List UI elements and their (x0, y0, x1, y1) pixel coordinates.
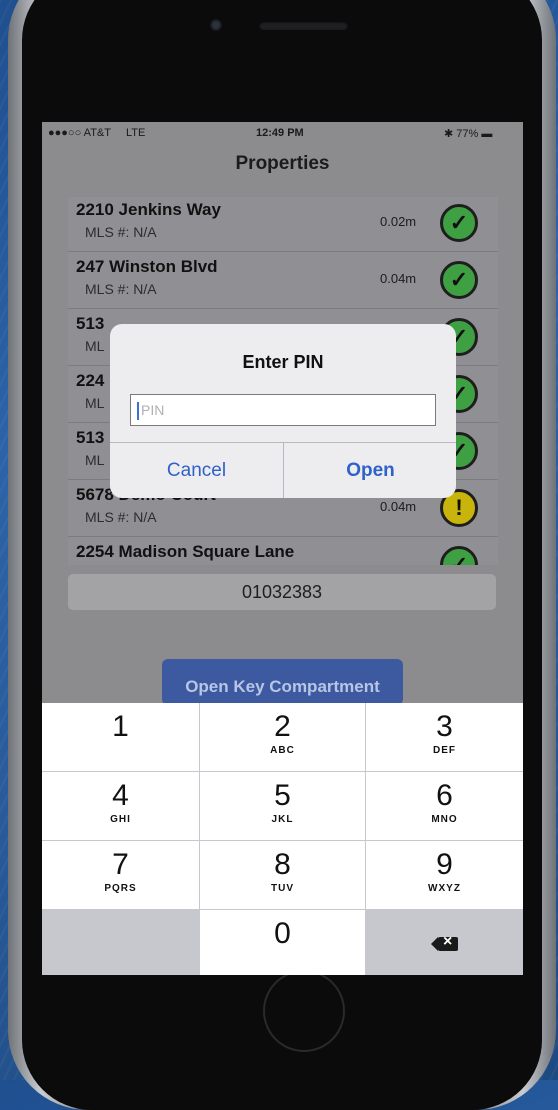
key-digit: 2 (274, 710, 291, 743)
property-mls: MLS #: N/A (85, 281, 157, 297)
key-digit: 6 (436, 779, 453, 812)
status-bar: ●●●○○ AT&T LTE 12:49 PM ✱ 77% ▬ (42, 122, 523, 144)
key-2[interactable]: 2 ABC (200, 703, 365, 771)
key-digit: 4 (112, 779, 129, 812)
pin-placeholder: PIN (141, 402, 165, 418)
property-mls: MLS #: N/A (85, 509, 157, 525)
key-letters: TUV (271, 883, 294, 894)
property-name: 247 Winston Blvd (76, 257, 218, 276)
property-mls: ML (85, 395, 105, 411)
page-title: Properties (235, 153, 330, 174)
carrier-label: ●●●○○ AT&T (48, 127, 111, 139)
property-name: 224 (76, 371, 105, 390)
key-blank (42, 910, 199, 975)
key-digit: 0 (274, 917, 291, 950)
key-digit: 9 (436, 848, 453, 881)
property-name: 513 (76, 314, 105, 333)
property-distance: 0.02m (380, 214, 417, 229)
key-0[interactable]: 0 (200, 910, 365, 975)
pin-input[interactable]: PIN (130, 394, 436, 426)
key-3[interactable]: 3 DEF (366, 703, 523, 771)
key-letters: MNO (431, 814, 458, 825)
property-distance: 0.04m (380, 499, 417, 514)
battery-indicator: ✱ 77% ▬ (444, 128, 493, 140)
property-row[interactable]: 247 Winston Blvd MLS #: N/A 0.04m ✓ (68, 251, 498, 309)
cancel-button[interactable]: Cancel (110, 443, 283, 498)
key-digit: 8 (274, 848, 291, 881)
key-digit: 3 (436, 710, 453, 743)
key-letters: ABC (270, 745, 295, 756)
backspace-icon (431, 933, 458, 951)
key-letters: PQRS (104, 883, 137, 894)
key-7[interactable]: 7 PQRS (42, 841, 199, 909)
key-1[interactable]: 1 (42, 703, 199, 771)
key-5[interactable]: 5 JKL (200, 772, 365, 840)
check-circle-icon: ✓ (440, 546, 478, 565)
key-6[interactable]: 6 MNO (366, 772, 523, 840)
property-mls: ML (85, 338, 105, 354)
lockbox-id: 01032383 (68, 574, 496, 610)
key-letters: WXYZ (428, 883, 461, 894)
key-8[interactable]: 8 TUV (200, 841, 365, 909)
property-name: 513 (76, 428, 105, 447)
key-digit: 7 (112, 848, 129, 881)
numeric-keypad: 1 2 ABC 3 DEF 4 GHI 5 JKL 6 MNO 7 PQRS 8 (42, 703, 523, 975)
open-key-compartment-button[interactable]: Open Key Compartment (162, 659, 403, 705)
check-circle-icon: ✓ (440, 261, 478, 299)
property-name: 2254 Madison Square Lane (76, 542, 295, 561)
property-mls: ML (85, 452, 105, 468)
speaker-grille (259, 21, 348, 30)
home-button[interactable] (263, 970, 345, 1052)
open-button[interactable]: Open (284, 443, 456, 498)
key-4[interactable]: 4 GHI (42, 772, 199, 840)
key-9[interactable]: 9 WXYZ (366, 841, 523, 909)
nav-bar: Properties (42, 144, 523, 184)
property-row[interactable]: 2254 Madison Square Lane ✓ (68, 536, 498, 565)
key-letters: GHI (110, 814, 131, 825)
key-letters: JKL (271, 814, 294, 825)
camera-icon (210, 19, 222, 31)
time-label: 12:49 PM (256, 127, 304, 139)
property-name: 2210 Jenkins Way (76, 200, 221, 219)
check-circle-icon: ✓ (440, 204, 478, 242)
key-letters: DEF (433, 745, 456, 756)
dialog-title: Enter PIN (242, 352, 324, 372)
text-caret (137, 402, 139, 421)
screen: ●●●○○ AT&T LTE 12:49 PM ✱ 77% ▬ Properti… (42, 122, 523, 975)
delete-key[interactable] (366, 910, 523, 975)
property-mls: MLS #: N/A (85, 224, 157, 240)
key-digit: 5 (274, 779, 291, 812)
network-label: LTE (126, 127, 146, 139)
property-row[interactable]: 2210 Jenkins Way MLS #: N/A 0.02m ✓ (68, 197, 498, 252)
pin-dialog: Enter PIN PIN Cancel Open (110, 324, 456, 498)
property-distance: 0.04m (380, 271, 417, 286)
key-digit: 1 (112, 710, 129, 743)
